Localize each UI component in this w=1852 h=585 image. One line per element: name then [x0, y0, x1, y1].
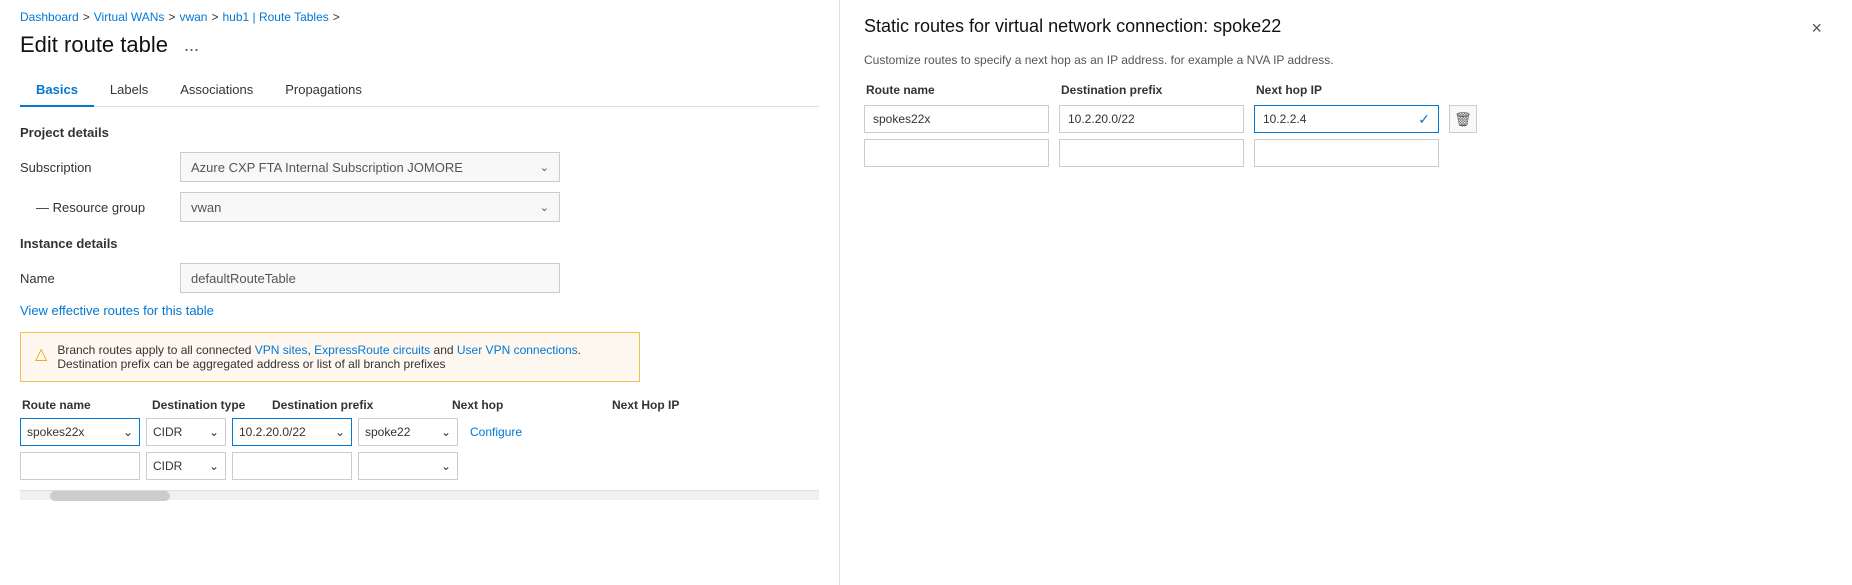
route-prefix-value-1: 10.2.20.0/22 [239, 425, 306, 439]
tab-basics[interactable]: Basics [20, 74, 94, 107]
instance-details-section: Instance details Name defaultRouteTable [20, 236, 819, 293]
ellipsis-button[interactable]: ... [178, 33, 205, 58]
resource-group-select[interactable]: vwan ⌄ [180, 192, 560, 222]
name-field: defaultRouteTable [180, 263, 560, 293]
breadcrumb: Dashboard > Virtual WANs > vwan > hub1 |… [20, 10, 819, 24]
tab-labels[interactable]: Labels [94, 74, 164, 107]
page-title-row: Edit route table ... [20, 32, 819, 58]
resource-group-label-text: Resource group [53, 200, 146, 215]
route-row-2: CIDR ⌄ ⌄ [20, 452, 819, 480]
static-col-header-next-hop-ip: Next hop IP [1256, 83, 1441, 97]
route-type-select-2[interactable]: CIDR ⌄ [146, 452, 226, 480]
warning-icon: △ [35, 344, 47, 364]
subscription-value: Azure CXP FTA Internal Subscription JOMO… [191, 160, 463, 175]
subscription-select[interactable]: Azure CXP FTA Internal Subscription JOMO… [180, 152, 560, 182]
static-dest-prefix-1: 10.2.20.0/22 [1059, 105, 1244, 133]
route-hop-chevron-icon-1: ⌄ [441, 425, 451, 439]
col-header-next-hop-ip: Next Hop IP [612, 398, 712, 412]
horizontal-scrollbar[interactable] [20, 490, 819, 500]
static-table-header: Route name Destination prefix Next hop I… [864, 83, 1828, 97]
route-prefix-input-2[interactable] [232, 452, 352, 480]
delete-icon-1: 🗑 [1454, 111, 1472, 128]
resource-group-row: — Resource group vwan ⌄ [20, 192, 819, 222]
route-prefix-chevron-icon-1: ⌄ [335, 425, 345, 439]
resource-group-chevron-icon: ⌄ [540, 201, 549, 214]
name-row: Name defaultRouteTable [20, 263, 819, 293]
route-type-value-2: CIDR [153, 459, 182, 473]
subscription-row: Subscription Azure CXP FTA Internal Subs… [20, 152, 819, 182]
name-value: defaultRouteTable [191, 271, 296, 286]
resource-group-label: — Resource group [20, 200, 180, 215]
route-row-1: spokes22x ⌄ CIDR ⌄ 10.2.20.0/22 ⌄ spoke2… [20, 418, 819, 446]
delete-button-1[interactable]: 🗑 [1449, 105, 1477, 133]
name-label: Name [20, 271, 180, 286]
route-type-chevron-icon-1: ⌄ [209, 425, 219, 439]
scrollbar-thumb[interactable] [50, 491, 170, 501]
static-route-name-value-1: spokes22x [873, 112, 930, 126]
view-effective-routes-link[interactable]: View effective routes for this table [20, 303, 214, 318]
warning-uservpn-link[interactable]: User VPN connections [457, 343, 578, 357]
subscription-chevron-icon: ⌄ [540, 161, 549, 174]
route-hop-select-1[interactable]: spoke22 ⌄ [358, 418, 458, 446]
warning-text-before: Branch routes apply to all connected [57, 343, 254, 357]
route-hop-select-2[interactable]: ⌄ [358, 452, 458, 480]
close-button[interactable]: × [1805, 16, 1828, 41]
route-name-input-2[interactable] [20, 452, 140, 480]
static-row-2 [864, 139, 1828, 167]
static-route-name-1: spokes22x [864, 105, 1049, 133]
left-panel: Dashboard > Virtual WANs > vwan > hub1 |… [0, 0, 840, 585]
breadcrumb-virtual-wans[interactable]: Virtual WANs [94, 10, 165, 24]
col-header-dest-type: Destination type [152, 398, 272, 412]
static-col-header-route-name: Route name [866, 83, 1051, 97]
route-prefix-select-1[interactable]: 10.2.20.0/22 ⌄ [232, 418, 352, 446]
static-row-1: spokes22x 10.2.20.0/22 10.2.2.4 ✓ 🗑 [864, 105, 1828, 133]
col-header-next-hop: Next hop [452, 398, 612, 412]
check-icon-1: ✓ [1418, 111, 1430, 128]
static-next-hop-ip-input-2[interactable] [1254, 139, 1439, 167]
breadcrumb-hub-route-tables[interactable]: hub1 | Route Tables [222, 10, 328, 24]
warning-vpn-link[interactable]: VPN sites [255, 343, 308, 357]
breadcrumb-dashboard[interactable]: Dashboard [20, 10, 79, 24]
col-header-route-name: Route name [22, 398, 152, 412]
configure-button-1[interactable]: Configure [464, 425, 528, 439]
tab-associations[interactable]: Associations [164, 74, 269, 107]
static-dest-prefix-value-1: 10.2.20.0/22 [1068, 112, 1135, 126]
tab-bar: Basics Labels Associations Propagations [20, 74, 819, 107]
route-type-chevron-icon-2: ⌄ [209, 459, 219, 473]
panel-title: Static routes for virtual network connec… [864, 16, 1281, 37]
static-dest-prefix-input-2[interactable] [1059, 139, 1244, 167]
static-col-header-dest-prefix: Destination prefix [1061, 83, 1246, 97]
route-name-select-1[interactable]: spokes22x ⌄ [20, 418, 140, 446]
static-route-name-input-2[interactable] [864, 139, 1049, 167]
project-details-title: Project details [20, 125, 819, 140]
warning-text: Branch routes apply to all connected VPN… [57, 343, 625, 371]
route-hop-value-1: spoke22 [365, 425, 410, 439]
static-next-hop-ip-1[interactable]: 10.2.2.4 ✓ [1254, 105, 1439, 133]
subscription-label: Subscription [20, 160, 180, 175]
panel-subtitle: Customize routes to specify a next hop a… [864, 53, 1828, 67]
route-name-chevron-icon-1: ⌄ [123, 425, 133, 439]
route-type-value-1: CIDR [153, 425, 182, 439]
tab-propagations[interactable]: Propagations [269, 74, 378, 107]
resource-group-value: vwan [191, 200, 221, 215]
static-next-hop-ip-value-1: 10.2.2.4 [1263, 112, 1306, 126]
route-type-select-1[interactable]: CIDR ⌄ [146, 418, 226, 446]
page-title: Edit route table [20, 32, 168, 58]
route-table-header: Route name Destination type Destination … [20, 398, 819, 412]
col-header-dest-prefix: Destination prefix [272, 398, 452, 412]
panel-header: Static routes for virtual network connec… [864, 16, 1828, 41]
instance-details-title: Instance details [20, 236, 819, 251]
warning-expressroute-link[interactable]: ExpressRoute circuits [314, 343, 430, 357]
breadcrumb-vwan[interactable]: vwan [179, 10, 207, 24]
warning-box: △ Branch routes apply to all connected V… [20, 332, 640, 382]
route-name-value-1: spokes22x [27, 425, 84, 439]
right-panel: Static routes for virtual network connec… [840, 0, 1852, 585]
route-hop-chevron-icon-2: ⌄ [441, 459, 451, 473]
